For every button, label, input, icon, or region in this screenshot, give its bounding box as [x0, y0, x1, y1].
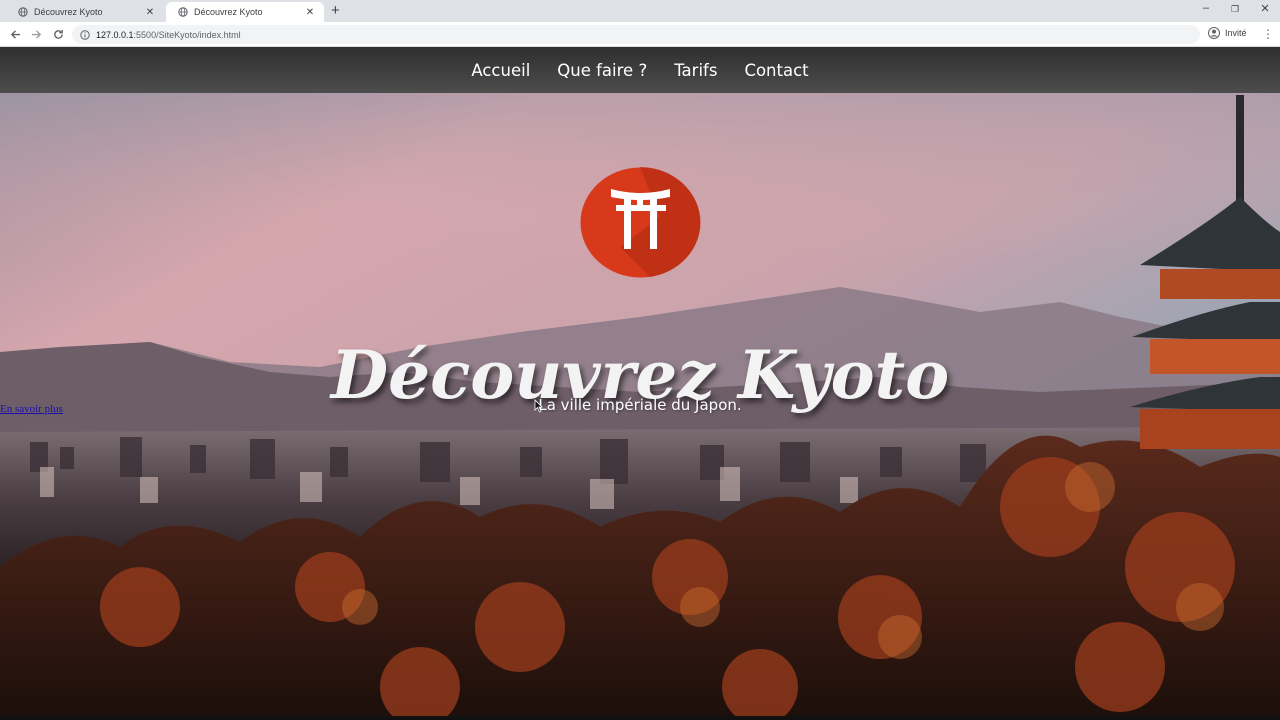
back-arrow-icon[interactable] — [6, 25, 24, 43]
nav-link-contact[interactable]: Contact — [744, 61, 808, 80]
learn-more-link[interactable]: En savoir plus — [0, 403, 63, 415]
window-close-icon[interactable]: ✕ — [1255, 2, 1275, 15]
close-tab-icon[interactable]: ✕ — [144, 7, 156, 18]
web-page: Accueil Que faire ? Tarifs Contact Décou… — [0, 47, 1280, 716]
browser-tab[interactable]: Découvrez Kyoto ✕ — [6, 2, 164, 22]
url-host: 127.0.0.1 — [96, 29, 134, 40]
nav-link-que-faire[interactable]: Que faire ? — [557, 61, 647, 80]
user-avatar-icon — [1208, 27, 1220, 39]
url-path: :5500/SiteKyoto/index.html — [133, 29, 241, 40]
forward-arrow-icon[interactable] — [27, 25, 45, 43]
tab-title: Découvrez Kyoto — [34, 7, 103, 17]
page-subtitle: La ville impériale du Japon. — [538, 396, 742, 414]
minimize-icon[interactable]: – — [1196, 2, 1216, 14]
profile-label: Invité — [1225, 28, 1247, 38]
reload-icon[interactable] — [49, 25, 67, 43]
more-menu-icon[interactable]: ⋮ — [1262, 27, 1274, 41]
profile-button[interactable]: Invité — [1208, 27, 1247, 39]
browser-tab-strip: Découvrez Kyoto ✕ Découvrez Kyoto ✕ + – … — [0, 0, 1280, 22]
nav-link-accueil[interactable]: Accueil — [471, 61, 530, 80]
torii-gate-icon — [580, 167, 701, 278]
globe-icon — [178, 7, 188, 17]
restore-icon[interactable]: ❐ — [1225, 4, 1245, 15]
tab-title: Découvrez Kyoto — [194, 7, 263, 17]
browser-tab-active[interactable]: Découvrez Kyoto ✕ — [166, 2, 324, 22]
nav-link-tarifs[interactable]: Tarifs — [674, 61, 717, 80]
mouse-cursor-icon — [534, 399, 543, 413]
url-field[interactable]: 127.0.0.1:5500/SiteKyoto/index.html — [72, 25, 1200, 44]
address-bar-row: 127.0.0.1:5500/SiteKyoto/index.html Invi… — [0, 22, 1280, 47]
info-icon[interactable] — [80, 29, 90, 40]
main-navigation: Accueil Que faire ? Tarifs Contact — [0, 47, 1280, 93]
plus-icon[interactable]: + — [331, 3, 340, 19]
globe-icon — [18, 7, 28, 17]
close-tab-icon[interactable]: ✕ — [304, 7, 316, 18]
window-bottom-edge — [0, 716, 1280, 720]
